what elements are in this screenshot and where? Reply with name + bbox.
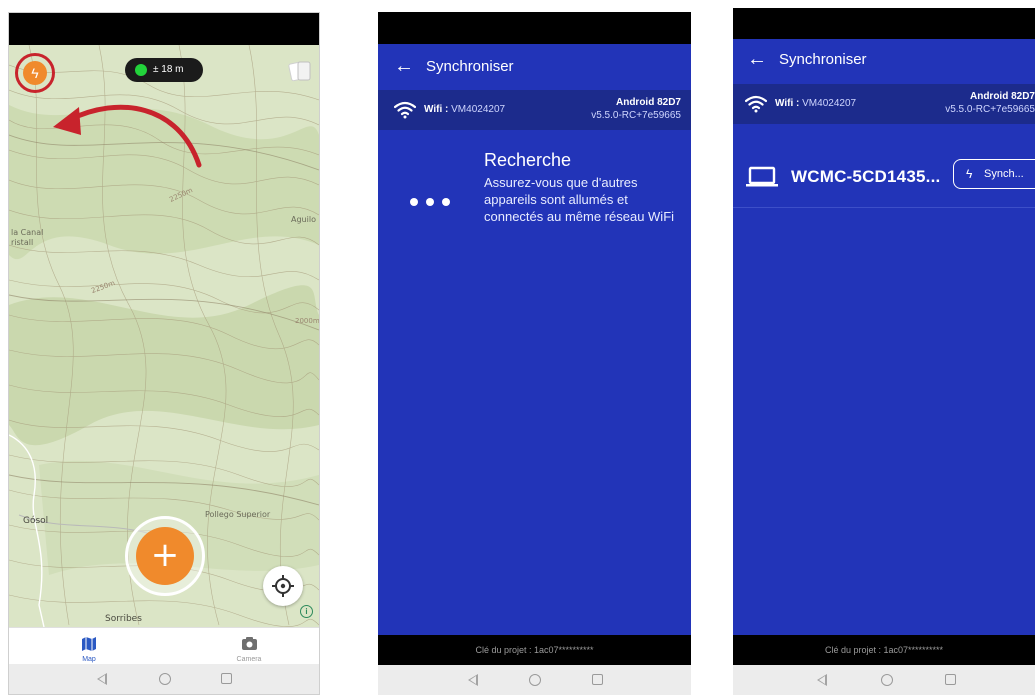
wifi-label: Wifi : — [775, 98, 800, 109]
search-description: Assurez-vous que d'autres appareils sont… — [484, 175, 675, 224]
nav-back-icon[interactable] — [817, 674, 827, 686]
searching-panel: Recherche Assurez-vous que d'autres appa… — [408, 150, 678, 270]
map-label-alt-2000: 2000m — [295, 317, 319, 325]
sync-button[interactable]: ϟ — [15, 53, 55, 93]
project-key-footer: Clé du projet : 1ac07********** — [378, 635, 691, 665]
app-version: v5.5.0-RC+7e59665 — [945, 104, 1035, 115]
tab-camera[interactable]: Camera — [199, 628, 299, 668]
nav-recent-icon[interactable] — [221, 673, 232, 684]
nav-home-icon[interactable] — [881, 674, 893, 686]
project-key-footer: Clé du projet : 1ac07********** — [733, 635, 1035, 665]
back-arrow-icon[interactable]: ← — [394, 54, 414, 78]
map-label-ristall: ristall — [11, 238, 34, 247]
phone-map-screen: la Canal ristall Aguilo 2250m 2250m 2000… — [8, 12, 320, 695]
loading-dots-icon — [408, 198, 468, 208]
map-label-la-canal: la Canal — [11, 228, 44, 237]
gps-status-dot — [135, 64, 147, 76]
map-label-pollego: Pollego Superior — [205, 510, 271, 519]
bottom-navigation: Map Camera — [9, 627, 319, 667]
android-nav-bar — [733, 665, 1035, 695]
map-label-sorribes: Sorribes — [105, 614, 142, 624]
map-icon — [82, 637, 96, 651]
nav-recent-icon[interactable] — [592, 674, 603, 685]
android-nav-bar — [378, 665, 691, 695]
wifi-icon — [745, 95, 767, 113]
add-observation-button[interactable]: + — [125, 516, 205, 596]
nav-back-icon[interactable] — [468, 674, 478, 686]
wifi-info-bar: Wifi : VM4024207 Android 82D7 v5.5.0-RC+… — [733, 84, 1035, 124]
crosshair-icon — [272, 575, 294, 597]
status-bar — [378, 12, 691, 44]
synchronize-button[interactable]: ϟ Synch... — [953, 159, 1035, 189]
nav-home-icon[interactable] — [159, 673, 171, 685]
wifi-network: Wifi : VM4024207 — [775, 98, 856, 109]
wifi-icon — [394, 101, 416, 119]
wifi-network: Wifi : VM4024207 — [424, 104, 505, 115]
locate-me-button[interactable] — [263, 566, 303, 606]
lightning-icon: ϟ — [966, 167, 973, 181]
tab-map[interactable]: Map — [39, 628, 139, 668]
found-device-name: WCMC-5CD1435... — [791, 167, 941, 186]
phone-sync-found-screen: ← Synchroniser Wifi : VM4024207 Android … — [733, 8, 1035, 695]
app-bar: ← Synchroniser — [733, 39, 1035, 85]
lightning-icon: ϟ — [23, 61, 47, 85]
nav-back-icon[interactable] — [97, 673, 107, 685]
list-item: WCMC-5CD1435... ϟ Synch... — [733, 146, 1035, 208]
sync-button-label: Synch... — [984, 168, 1024, 180]
page-title: Synchroniser — [779, 51, 867, 68]
tab-map-label: Map — [82, 656, 96, 663]
layers-icon[interactable] — [287, 59, 313, 83]
info-icon[interactable]: i — [300, 605, 313, 618]
wifi-name: VM4024207 — [802, 98, 857, 109]
page-title: Synchroniser — [426, 58, 514, 75]
status-bar — [733, 8, 1035, 39]
status-bar — [9, 13, 319, 45]
wifi-label: Wifi : — [424, 104, 449, 115]
wifi-name: VM4024207 — [451, 104, 506, 115]
map-label-aguilo: Aguilo — [291, 215, 316, 224]
nav-recent-icon[interactable] — [945, 674, 956, 685]
wifi-info-bar: Wifi : VM4024207 Android 82D7 v5.5.0-RC+… — [378, 90, 691, 130]
tab-camera-label: Camera — [236, 656, 262, 663]
android-nav-bar — [9, 664, 319, 694]
gps-accuracy-text: ± 18 m — [153, 64, 184, 75]
device-name: Android 82D7 — [615, 97, 681, 108]
phone-sync-search-screen: ← Synchroniser Wifi : VM4024207 Android … — [378, 12, 691, 695]
back-arrow-icon[interactable]: ← — [747, 47, 767, 71]
laptop-icon — [746, 166, 778, 187]
map-label-gosol: Gósol — [23, 516, 49, 526]
plus-icon: + — [136, 527, 194, 585]
app-version: v5.5.0-RC+7e59665 — [591, 110, 681, 121]
device-name: Android 82D7 — [969, 91, 1035, 102]
app-bar: ← Synchroniser — [378, 44, 691, 90]
search-title: Recherche — [484, 150, 572, 170]
nav-home-icon[interactable] — [529, 674, 541, 686]
gps-accuracy-badge[interactable]: ± 18 m — [125, 58, 203, 82]
camera-icon — [242, 637, 257, 650]
